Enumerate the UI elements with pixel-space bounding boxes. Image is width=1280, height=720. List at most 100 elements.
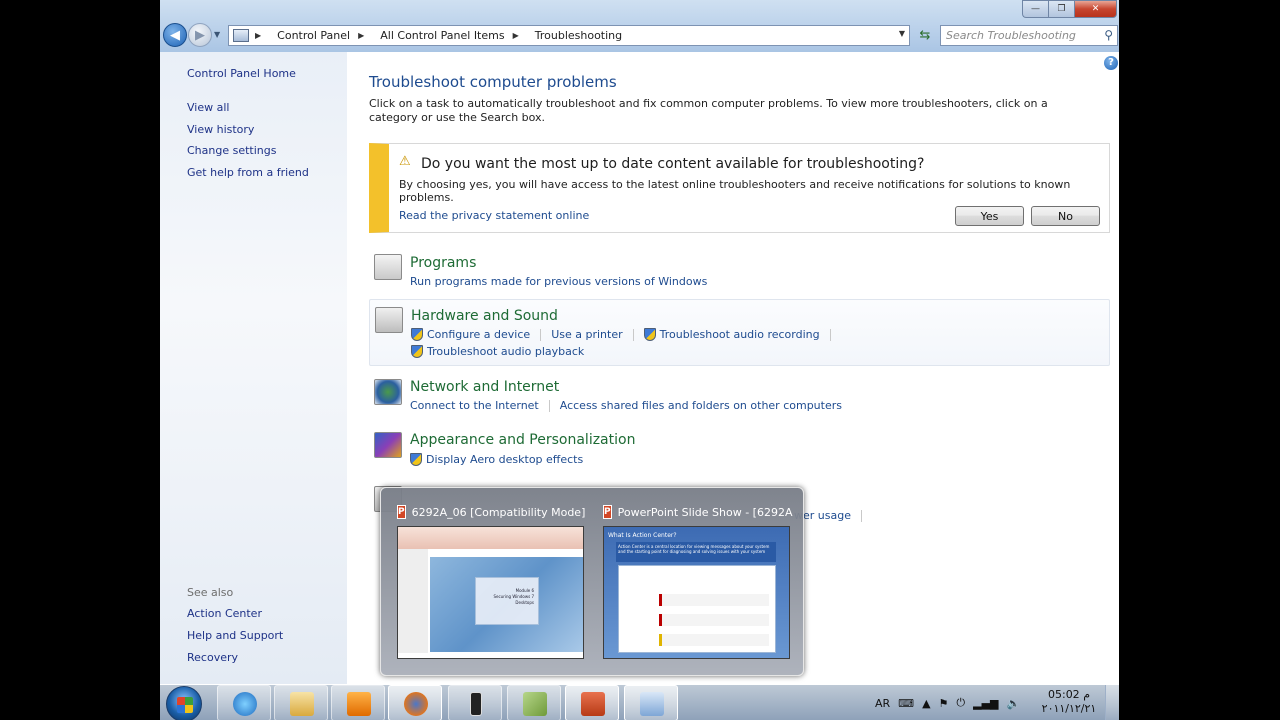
firefox-icon [404, 692, 428, 716]
breadcrumb-all-items[interactable]: All Control Panel Items ▶ [380, 29, 527, 42]
address-bar[interactable]: ▶ Control Panel ▶ All Control Panel Item… [228, 25, 910, 46]
show-desktop-button[interactable] [1105, 685, 1119, 720]
slide: Module 6 Securing Windows 7 Desktops [430, 557, 583, 652]
start-button[interactable] [166, 686, 202, 720]
thumbnail-title: PowerPoint Slide Show - [6292A... [617, 505, 793, 519]
search-icon[interactable]: ⚲ [1104, 28, 1113, 42]
thumbnail-preview-image: Module 6 Securing Windows 7 Desktops [397, 526, 584, 659]
back-button[interactable]: ◀ [163, 23, 187, 47]
task-link[interactable]: Troubleshoot audio playback [427, 345, 584, 358]
arrow-right-icon: ▶ [195, 27, 205, 43]
action-center-flag-icon[interactable]: ⚑ [939, 697, 949, 710]
breadcrumb-root-arrow[interactable]: ▶ [255, 31, 269, 40]
recent-pages-dropdown[interactable]: ▼ [214, 30, 220, 39]
windows-flag-icon [177, 697, 193, 713]
network-icon[interactable]: ▂▄▆ [973, 697, 998, 710]
see-also-heading: See also [187, 586, 234, 599]
sidebar-control-panel-home[interactable]: Control Panel Home [187, 67, 296, 80]
clock-date: ٢٠١١/١٢/٢١ [1041, 702, 1097, 715]
language-indicator[interactable]: AR [875, 697, 890, 710]
taskbar-notes[interactable] [507, 685, 561, 720]
no-button[interactable]: No [1031, 206, 1100, 226]
category-title[interactable]: Hardware and Sound [411, 308, 558, 324]
slide-bar [659, 614, 769, 626]
taskbar-media-player[interactable] [331, 685, 385, 720]
thumbnail-title: 6292A_06 [Compatibility Mode] ... [411, 505, 587, 519]
breadcrumb-troubleshooting[interactable]: Troubleshooting [535, 29, 622, 42]
see-also-help-support[interactable]: Help and Support [187, 629, 283, 642]
search-placeholder: Search Troubleshooting [946, 29, 1076, 42]
refresh-icon: ⇆ [919, 28, 931, 43]
uac-shield-icon [411, 345, 423, 358]
page-description: Click on a task to automatically trouble… [369, 97, 1048, 124]
clock[interactable]: 05:02 م ٢٠١١/١٢/٢١ [1039, 688, 1099, 716]
maximize-button[interactable]: ❐ [1048, 0, 1074, 18]
task-link[interactable]: Troubleshoot audio recording [660, 328, 820, 341]
uac-shield-icon [411, 328, 423, 341]
sidebar-view-all[interactable]: View all [187, 101, 229, 114]
category-links: Configure a device Use a printer Trouble… [411, 328, 841, 341]
category-programs: Programs Run programs made for previous … [369, 249, 1110, 293]
close-button[interactable]: ✕ [1074, 0, 1117, 18]
task-link[interactable]: Display Aero desktop effects [426, 453, 583, 466]
see-also-action-center[interactable]: Action Center [187, 607, 262, 620]
taskbar-internet-explorer[interactable] [217, 685, 271, 720]
arrow-left-icon: ◀ [170, 27, 180, 43]
category-links: Troubleshoot audio playback [411, 345, 584, 358]
programs-icon [374, 254, 402, 280]
task-link[interactable]: Run programs made for previous versions … [410, 275, 707, 288]
slide-bar [659, 634, 769, 646]
show-hidden-icons[interactable]: ▲ [922, 697, 930, 710]
control-panel-icon [233, 29, 249, 42]
control-panel-icon [640, 692, 664, 716]
window-controls: — ❐ ✕ [1022, 0, 1117, 18]
uac-shield-icon [410, 453, 422, 466]
search-input[interactable]: Search Troubleshooting ⚲ [940, 25, 1118, 46]
sidebar-view-history[interactable]: View history [187, 123, 254, 136]
page-title: Troubleshoot computer problems [369, 73, 617, 91]
slide-bar [659, 594, 769, 606]
sidebar: Control Panel Home View all View history… [160, 52, 347, 684]
category-network-internet: Network and Internet Connect to the Inte… [369, 375, 1110, 419]
power-icon[interactable]: ⏻ [956, 696, 965, 710]
taskbar: AR ⌨ ▲ ⚑ ⏻ ▂▄▆ 🔈 05:02 م ٢٠١١/١٢/٢١ [160, 684, 1119, 720]
thumbnail-powerpoint-editor[interactable]: P 6292A_06 [Compatibility Mode] ... Modu… [391, 496, 591, 664]
category-title[interactable]: Appearance and Personalization [410, 432, 635, 448]
minimize-button[interactable]: — [1022, 0, 1048, 18]
sidebar-get-help[interactable]: Get help from a friend [187, 166, 309, 179]
keyboard-icon[interactable]: ⌨ [898, 697, 914, 710]
taskbar-windows-explorer[interactable] [274, 685, 328, 720]
notice-question: Do you want the most up to date content … [421, 156, 925, 172]
uac-shield-icon [643, 328, 656, 341]
task-link[interactable]: Use a printer [551, 328, 622, 341]
privacy-statement-link[interactable]: Read the privacy statement online [399, 209, 589, 222]
breadcrumb-control-panel[interactable]: Control Panel ▶ [277, 29, 372, 42]
breadcrumb-label: Troubleshooting [534, 29, 623, 42]
category-title[interactable]: Programs [410, 255, 476, 271]
volume-icon[interactable]: 🔈 [1007, 697, 1021, 710]
taskbar-control-panel[interactable] [624, 685, 678, 720]
see-also-recovery[interactable]: Recovery [187, 651, 238, 664]
task-link[interactable]: Configure a device [427, 328, 530, 341]
category-links: Display Aero desktop effects [410, 453, 583, 466]
notice-detail: By choosing yes, you will have access to… [399, 178, 1071, 204]
taskbar-phone-device[interactable] [448, 685, 502, 720]
update-content-notice: ⚠ Do you want the most up to date conten… [369, 143, 1110, 233]
appearance-icon [374, 432, 402, 458]
thumbnail-slide-show[interactable]: P PowerPoint Slide Show - [6292A... What… [597, 496, 797, 664]
task-link[interactable]: Connect to the Internet [410, 399, 539, 412]
help-icon[interactable]: ? [1104, 56, 1118, 70]
forward-button[interactable]: ▶ [188, 23, 212, 47]
sidebar-change-settings[interactable]: Change settings [187, 144, 276, 157]
taskbar-firefox[interactable] [388, 685, 442, 720]
slide-screenshot [618, 565, 776, 653]
refresh-button[interactable]: ⇆ [914, 25, 936, 46]
notes-icon [523, 692, 547, 716]
taskbar-powerpoint[interactable] [565, 685, 619, 720]
breadcrumb-label: Control Panel [277, 29, 351, 42]
chevron-down-icon[interactable]: ▼ [899, 29, 905, 38]
powerpoint-icon: P [397, 505, 406, 519]
task-link[interactable]: Access shared files and folders on other… [560, 399, 842, 412]
category-title[interactable]: Network and Internet [410, 379, 559, 395]
yes-button[interactable]: Yes [955, 206, 1024, 226]
